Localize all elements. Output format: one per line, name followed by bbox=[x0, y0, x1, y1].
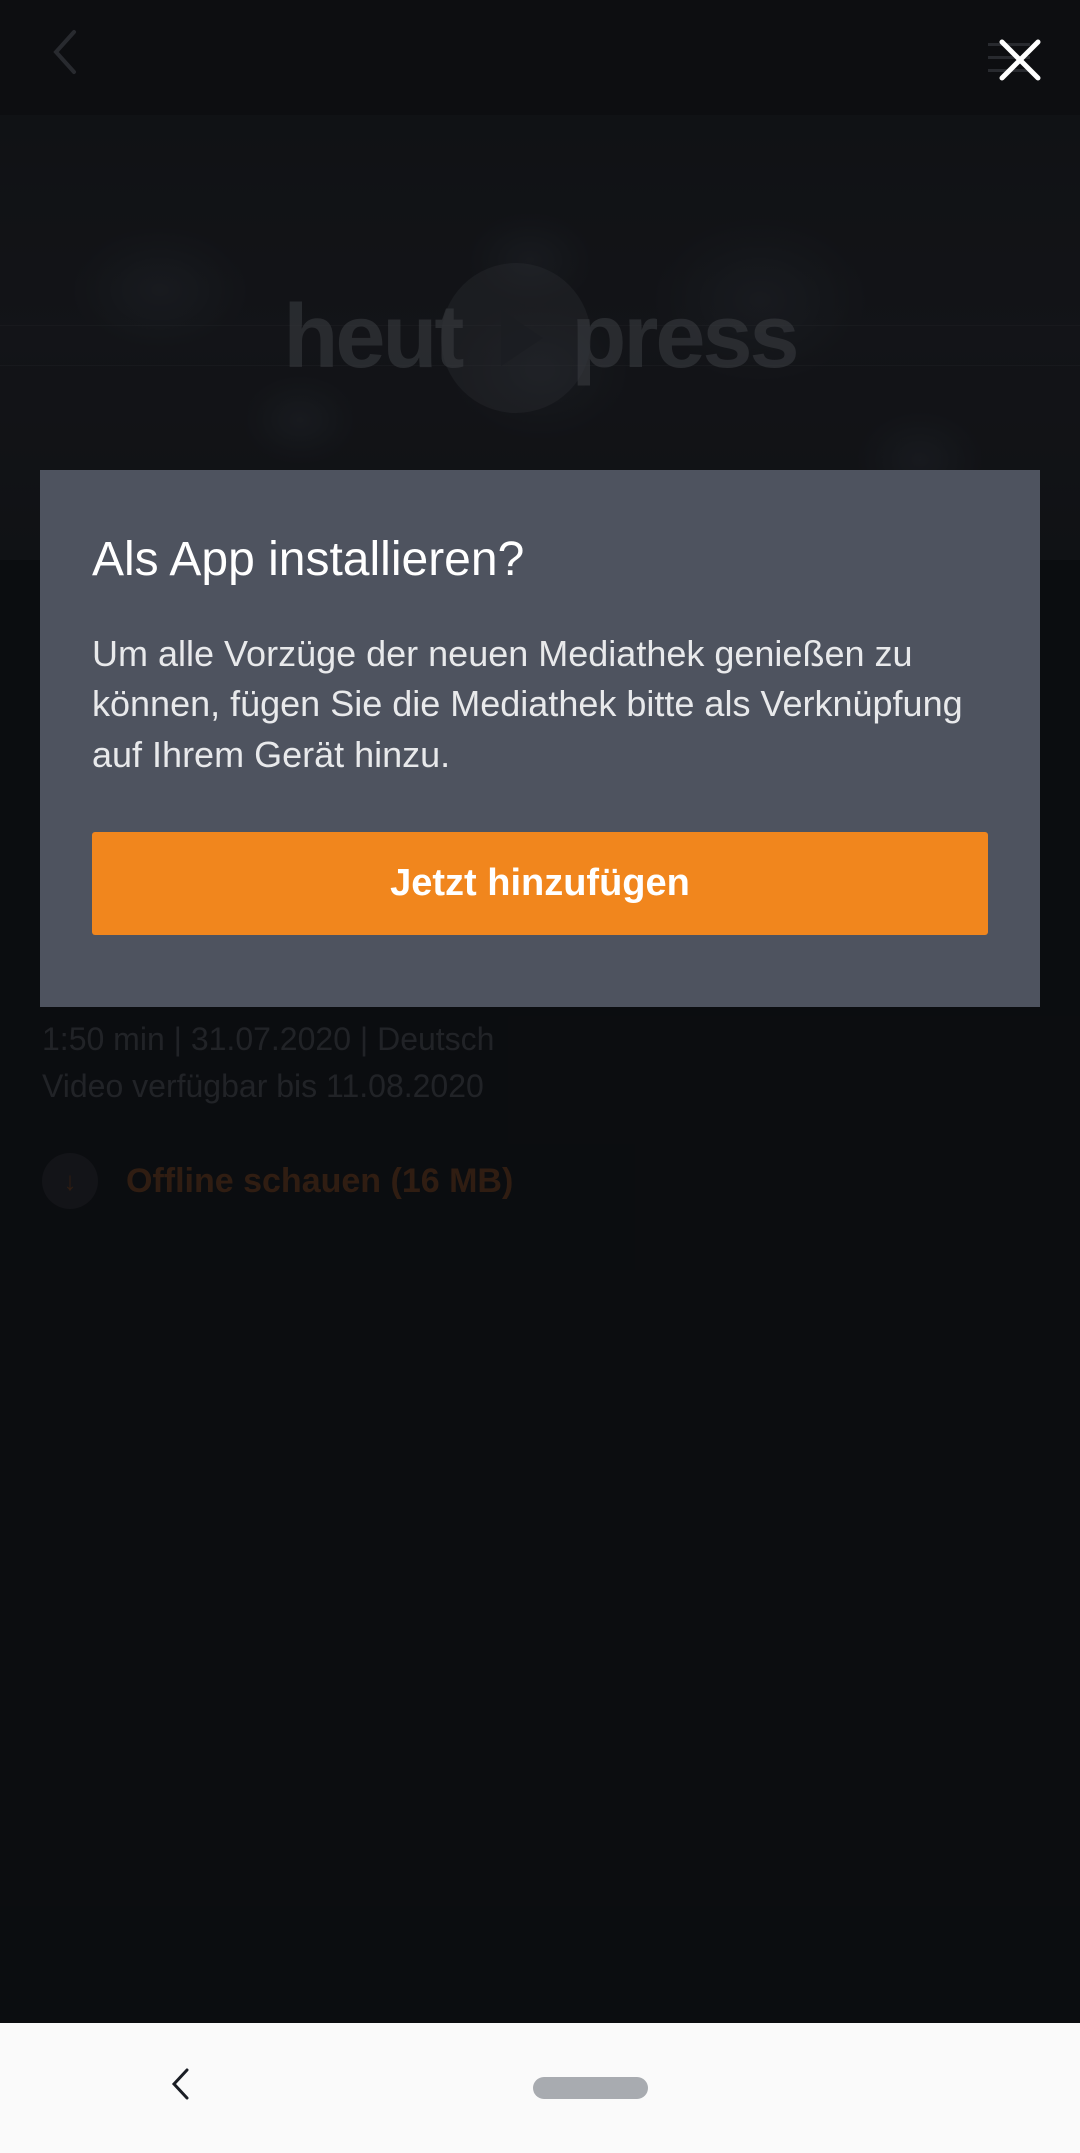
modal-body: Um alle Vorzüge der neuen Mediathek geni… bbox=[92, 629, 988, 780]
install-app-modal: Als App installieren? Um alle Vorzüge de… bbox=[40, 470, 1040, 1007]
modal-overlay[interactable] bbox=[0, 0, 1080, 2153]
system-navigation-bar bbox=[0, 2023, 1080, 2153]
modal-title: Als App installieren? bbox=[92, 532, 988, 587]
close-button[interactable] bbox=[995, 35, 1045, 85]
modal-confirm-button[interactable]: Jetzt hinzufügen bbox=[92, 832, 988, 935]
system-back-button[interactable] bbox=[170, 2066, 190, 2111]
system-home-pill[interactable] bbox=[533, 2077, 648, 2099]
